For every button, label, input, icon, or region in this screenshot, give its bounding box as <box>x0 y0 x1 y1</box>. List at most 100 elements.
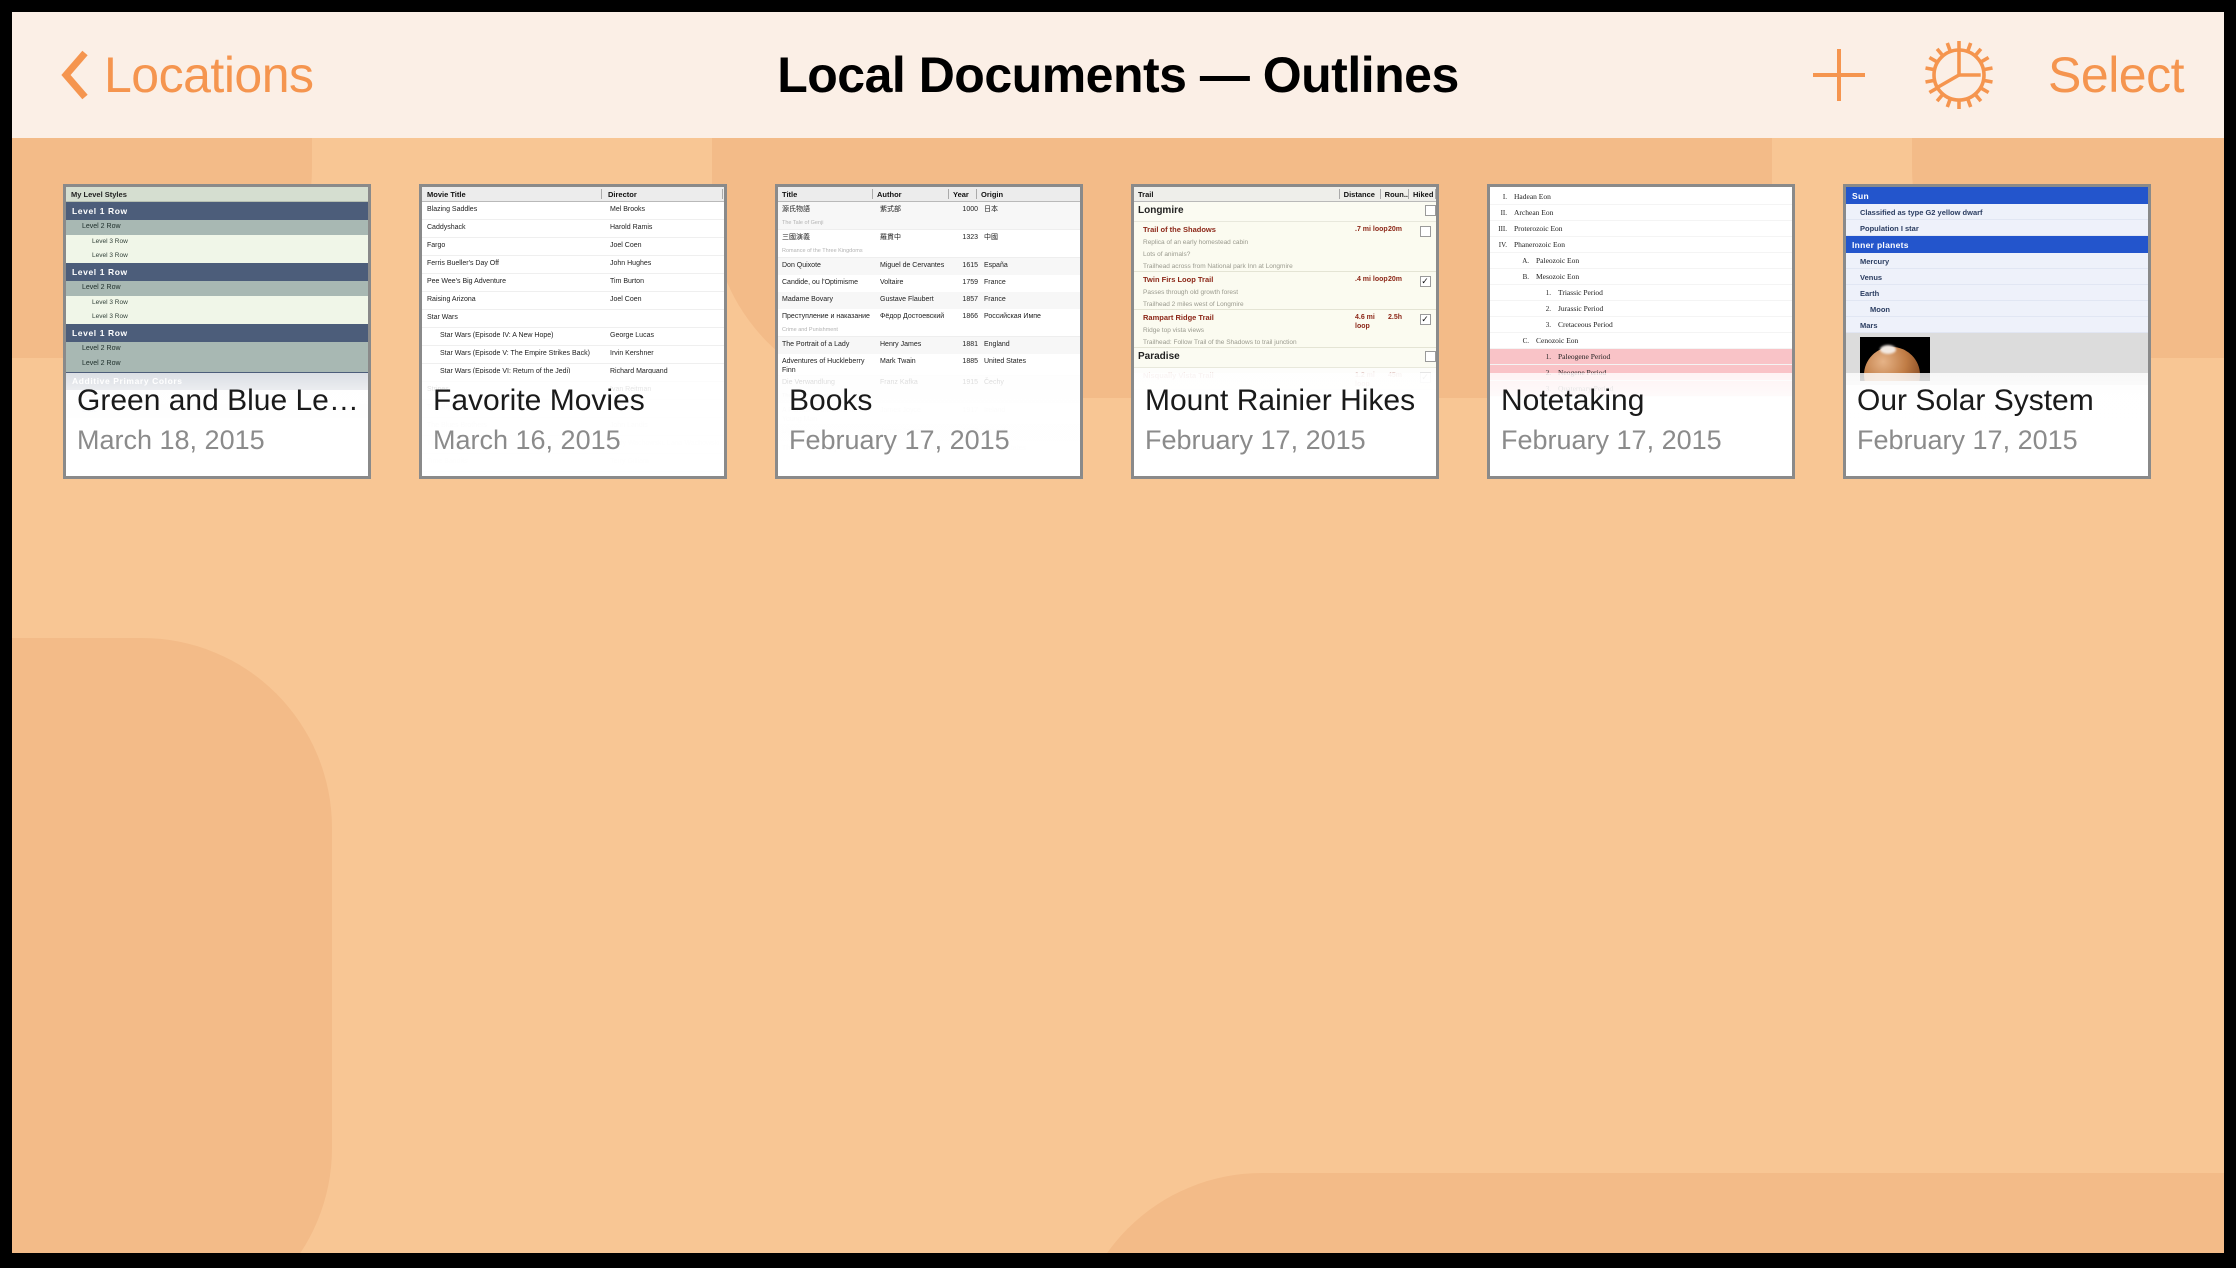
table-row: Star Wars <box>422 310 724 328</box>
book-title-cell: The Portrait of a Lady <box>782 341 850 348</box>
hiked-checkbox-cell <box>1414 225 1436 237</box>
table-row: Candide, ou l'Optimisme Voltaire 1759 Franc… <box>778 275 1080 292</box>
trail-note: Ridge top vista views <box>1143 327 1205 334</box>
trail-time: 20m <box>1388 226 1403 233</box>
outline-number: IV. <box>1498 241 1507 249</box>
trail-group-name: Longmire <box>1138 205 1184 216</box>
book-author-cell: 紫式部 <box>880 206 901 213</box>
section-row: Earth <box>1846 285 2148 301</box>
book-subtitle: Crime and Punishment <box>778 326 1080 337</box>
outline-row-level3: Level 3 Row <box>66 249 368 263</box>
outline-numbered-row: I. Hadean Eon <box>1490 189 1792 205</box>
toolbar-right-group: Select <box>1808 12 2184 138</box>
table-row-main: 源氏物語 紫式部 1000 日本 <box>778 202 1080 219</box>
table-row: 三國演義 羅貫中 1323 中國 Romance of the Three Kingdo… <box>778 230 1080 258</box>
document-title: Mount Rainier Hikes <box>1145 384 1416 417</box>
column-header: Trail <box>1138 189 1154 199</box>
outline-number: A. <box>1522 257 1529 265</box>
movie-director-cell: Joel Coen <box>610 296 642 303</box>
section-row: Mars <box>1846 317 2148 333</box>
outline-number: C. <box>1522 337 1529 345</box>
book-author-cell: Henry James <box>880 341 922 348</box>
document-card[interactable]: Trail Distance Roun.. Hiked Longmire Trai… <box>1131 184 1439 479</box>
table-row-main: Adventures of Huckleberry Finn Mark Twain… <box>778 354 1080 375</box>
column-header: Title <box>782 189 798 199</box>
trail-info: Trail of the Shadows Replica of an early … <box>1134 225 1355 271</box>
checkbox-empty-icon[interactable] <box>1419 226 1431 237</box>
table-row: Madame Bovary Gustave Flaubert 1857 France <box>778 292 1080 309</box>
document-card[interactable]: Title Author Year Origin 源氏物語 紫式部 1000 日本 Th… <box>775 184 1083 479</box>
table-row-main: Madame Bovary Gustave Flaubert 1857 France <box>778 292 1080 309</box>
select-button[interactable]: Select <box>2048 46 2184 104</box>
book-origin-cell: United States <box>984 358 1027 365</box>
app-window: Local Documents — Outlines Locations Sel… <box>12 12 2224 1253</box>
movie-director-cell: John Hughes <box>610 260 652 267</box>
section-row: Venus <box>1846 269 2148 285</box>
book-year-cell: 1759 <box>962 279 978 286</box>
outline-row-level1: Level 1 Row <box>66 263 368 281</box>
outline-numbered-row: 3. Cretaceous Period <box>1490 317 1792 333</box>
plus-icon[interactable] <box>1808 44 1870 106</box>
outline-text: Hadean Eon <box>1514 192 1551 201</box>
outline-number: I. <box>1502 193 1507 201</box>
book-title-cell: Преступление и наказание <box>782 313 870 320</box>
checkbox-empty-icon[interactable] <box>1425 205 1436 216</box>
book-origin-cell: 日本 <box>984 206 998 213</box>
movie-title-cell: Star Wars (Episode V: The Empire Strikes… <box>440 350 590 357</box>
toolbar-left-group: Locations <box>60 12 314 138</box>
hiked-checkbox-cell: ✓ <box>1414 313 1436 325</box>
outline-numbered-row: IV. Phanerozoic Eon <box>1490 237 1792 253</box>
outline-text: Paleogene Period <box>1558 352 1611 361</box>
trail-distance: 4.6 mi loop <box>1355 314 1375 330</box>
column-header: Author <box>877 189 902 199</box>
outline-row-level1: Level 1 Row <box>66 324 368 342</box>
outline-text: Phanerozoic Eon <box>1514 240 1566 249</box>
document-date: February 17, 2015 <box>1145 425 1366 455</box>
movie-director-cell: Tim Burton <box>610 278 644 285</box>
checkbox-checked-icon[interactable]: ✓ <box>1419 276 1431 287</box>
trail-group-name: Paradise <box>1138 351 1180 362</box>
outline-number: II. <box>1500 209 1507 217</box>
table-row: Adventures of Huckleberry Finn Mark Twain… <box>778 354 1080 375</box>
document-date: February 17, 2015 <box>789 425 1010 455</box>
outline-text: Jurassic Period <box>1558 304 1604 313</box>
document-card[interactable]: Sun Classified as type G2 yellow dwarf P… <box>1843 184 2151 479</box>
document-grid: My Level Styles Level 1 Row Level 2 Row … <box>63 184 2151 479</box>
checkbox-checked-icon[interactable]: ✓ <box>1419 314 1431 325</box>
document-title: Favorite Movies <box>433 384 645 417</box>
document-date: March 16, 2015 <box>433 425 621 455</box>
hiked-checkbox-cell <box>1425 351 1436 362</box>
gear-icon[interactable] <box>1922 38 1996 112</box>
outline-numbered-row: 2. Jurassic Period <box>1490 301 1792 317</box>
document-card[interactable]: My Level Styles Level 1 Row Level 2 Row … <box>63 184 371 479</box>
outline-text: Paleozoic Eon <box>1536 256 1580 265</box>
document-title: Notetaking <box>1501 384 1645 417</box>
book-author-cell: Voltaire <box>880 279 904 286</box>
table-row: Don Quixote Miguel de Cervantes 1615 España <box>778 258 1080 275</box>
movie-director-cell: Mel Brooks <box>610 206 646 213</box>
checkbox-empty-icon[interactable] <box>1425 351 1436 362</box>
book-subtitle: Romance of the Three Kingdoms <box>778 247 1080 258</box>
book-origin-cell: England <box>984 341 1010 348</box>
chevron-left-icon[interactable] <box>60 49 90 101</box>
movie-title-cell: Blazing Saddles <box>427 206 478 213</box>
trail-time: 2.5h <box>1388 314 1403 321</box>
book-origin-cell: France <box>984 296 1006 303</box>
outline-number: 1. <box>1545 289 1551 297</box>
movie-director-cell: George Lucas <box>610 332 654 339</box>
back-button-label[interactable]: Locations <box>104 46 314 104</box>
column-header: Director <box>608 189 637 199</box>
trail-group-row: Paradise <box>1134 348 1436 368</box>
outline-row-level1: Level 1 Row <box>66 202 368 220</box>
trail-name: Rampart Ridge Trail <box>1143 313 1214 322</box>
trail-time: 20m <box>1388 276 1403 283</box>
document-card[interactable]: Movie Title Director Blazing Saddles Mel … <box>419 184 727 479</box>
table-row-main: Don Quixote Miguel de Cervantes 1615 España <box>778 258 1080 275</box>
navigation-toolbar: Local Documents — Outlines Locations Sel… <box>12 12 2224 138</box>
movie-title-cell: Caddyshack <box>427 224 466 231</box>
document-label: Notetaking February 17, 2015 <box>1490 373 1792 476</box>
trail-note: Lots of animals? <box>1143 251 1191 258</box>
document-card[interactable]: I. Hadean Eon II. Archean Eon III. Proterozoi… <box>1487 184 1795 479</box>
section-header: Inner planets <box>1846 236 2148 253</box>
outline-number: 1. <box>1545 353 1551 361</box>
